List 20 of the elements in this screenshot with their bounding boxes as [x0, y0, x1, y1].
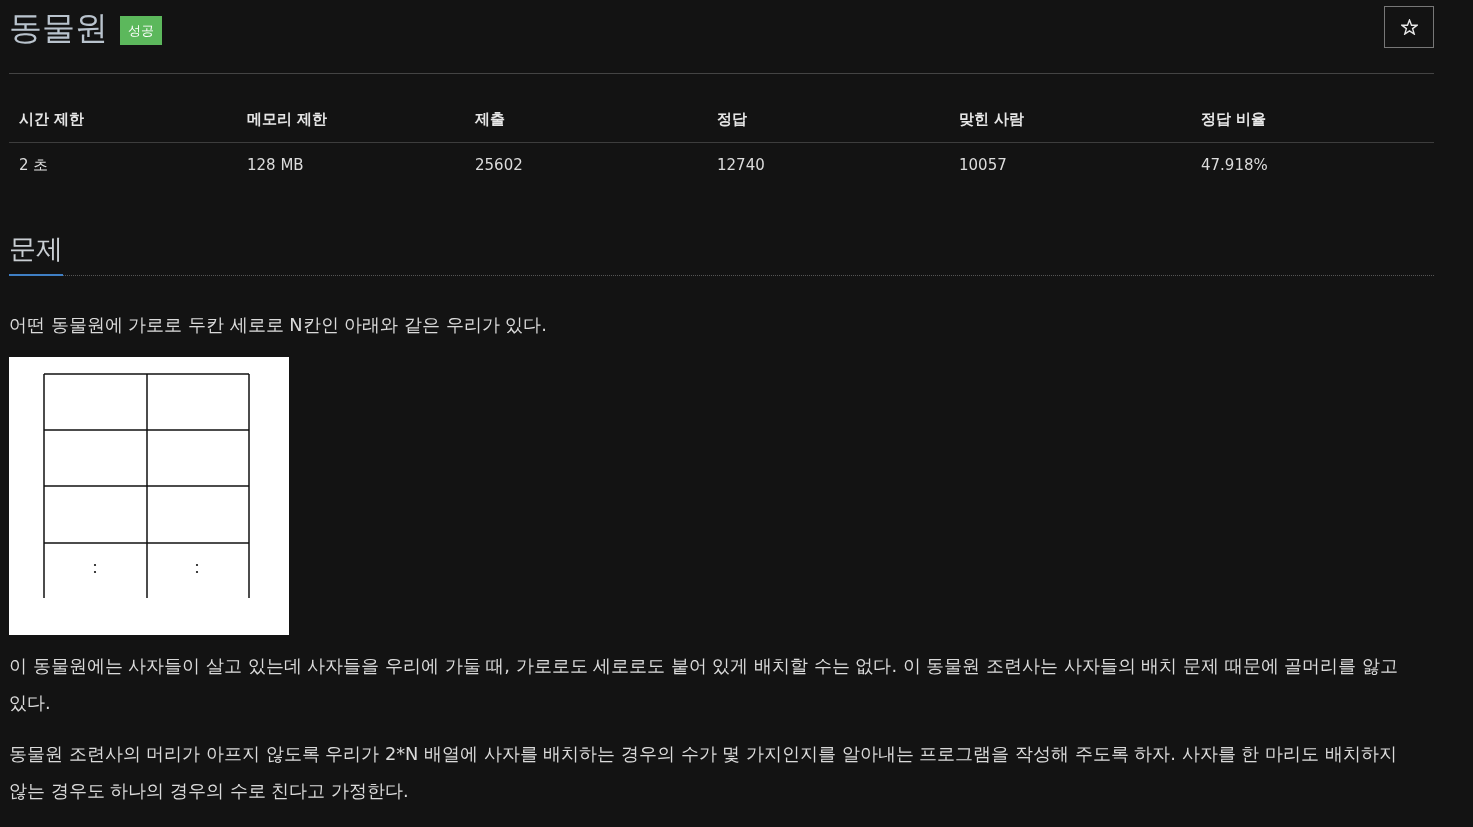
- column-header: 정답 비율: [1191, 99, 1434, 143]
- table-cell-text: 2 초: [18, 155, 50, 176]
- problem-title: 동물원: [9, 8, 108, 48]
- column-header: 제출: [465, 99, 707, 143]
- section-heading: 문제: [9, 224, 63, 276]
- column-header: 정답: [707, 99, 949, 143]
- table-cell-text: 128 MB: [246, 155, 305, 176]
- table-cell-text: 12740: [716, 155, 766, 176]
- table-cell-text: 25602: [474, 155, 524, 176]
- favorite-star-button[interactable]: [1384, 6, 1434, 48]
- table-cell-text: 10057: [958, 155, 1008, 176]
- problem-paragraph: 동물원 조련사의 머리가 아프지 않도록 우리가 2*N 배열에 사자를 배치하는 경우의 수가 몇 가지인지를 알아내는 프로그램을 작성해 주도록 하자. 사자를 한 마리도 배치하지 않는 경우도 하나의 경우의 수로 친다고 가정한다.: [9, 742, 1398, 803]
- table-cell-text: 47.918%: [1200, 155, 1269, 176]
- column-header: 시간 제한: [9, 99, 237, 143]
- result-badge: 성공: [120, 15, 162, 45]
- problem-paragraph: 어떤 동물원에 가로로 두칸 세로로 N칸인 아래와 같은 우리가 있다.: [9, 313, 548, 337]
- star-icon: [1400, 19, 1418, 35]
- problem-paragraph: 이 동물원에는 사자들이 살고 있는데 사자들을 우리에 가둘 때, 가로로도 세로로도 붙어 있게 배치할 수는 없다. 이 동물원 조련사는 사자들의 배치 문제 때문에 골머리를 앓고 있다.: [9, 654, 1399, 715]
- column-header: 맞힌 사람: [949, 99, 1191, 143]
- column-header: 메모리 제한: [237, 99, 465, 143]
